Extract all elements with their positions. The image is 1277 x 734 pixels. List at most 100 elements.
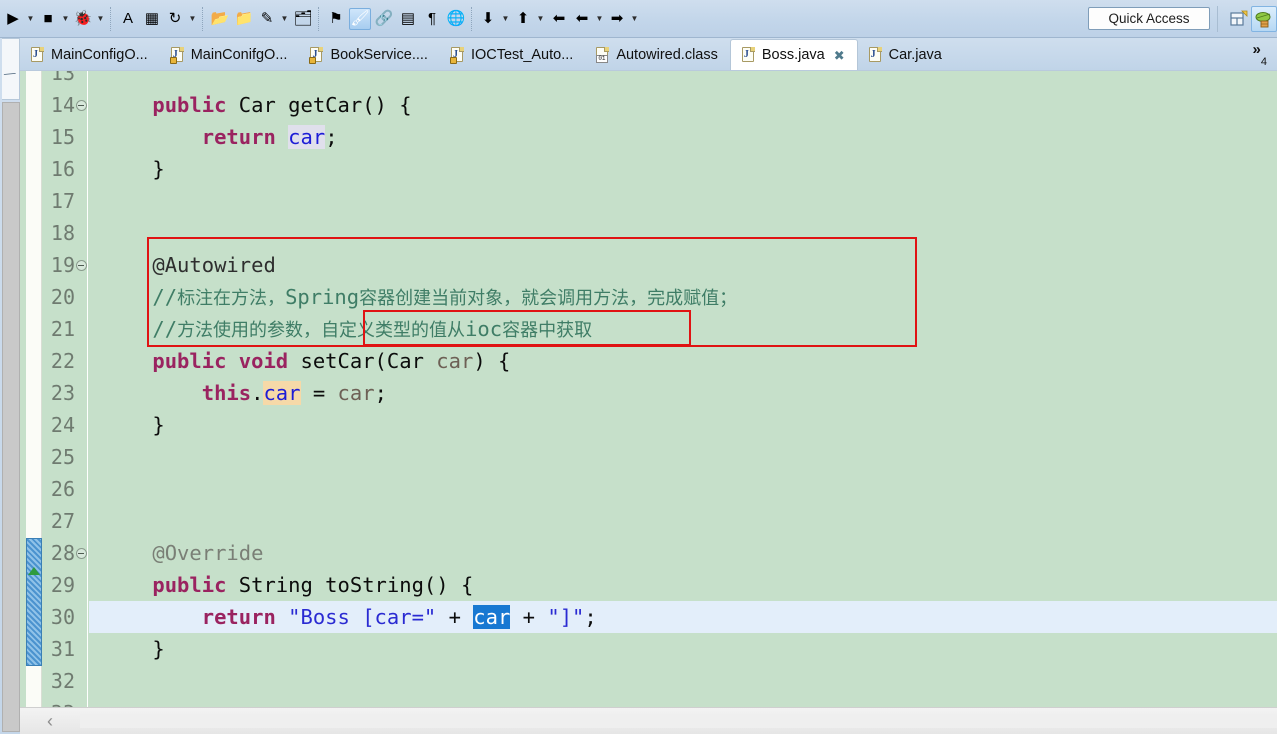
new-annotation-button[interactable]: A bbox=[116, 4, 140, 34]
back-history-icon[interactable]: ⬅ bbox=[548, 8, 570, 30]
refresh-icon[interactable]: ↻ bbox=[164, 8, 186, 30]
code-line[interactable]: @Autowired bbox=[89, 249, 1277, 281]
previous-annotation-button[interactable]: ⬆ ▼ bbox=[512, 4, 547, 34]
debug-icon[interactable]: 🐞 bbox=[72, 8, 94, 30]
chevron-down-icon[interactable]: ▼ bbox=[186, 8, 199, 30]
table-grid-icon[interactable]: ▦ bbox=[141, 8, 163, 30]
tab-overflow-chevron-icon[interactable]: » 4 bbox=[1253, 40, 1277, 70]
search-flag-icon[interactable]: ⚑ bbox=[325, 8, 347, 30]
code-line[interactable]: @Override bbox=[89, 537, 1277, 569]
next-annotation-icon[interactable]: ⬇ bbox=[477, 8, 499, 30]
code-line[interactable]: } bbox=[89, 409, 1277, 441]
pencil-edit-icon[interactable]: ✎ bbox=[256, 8, 278, 30]
editor-tab-bookservice[interactable]: J BookService.... bbox=[299, 40, 440, 70]
search-flag-button[interactable]: ⚑ bbox=[324, 4, 348, 34]
package-folder-button[interactable]: 🗂 bbox=[291, 4, 315, 34]
chevron-down-icon[interactable]: ▼ bbox=[499, 8, 512, 30]
package-folder-icon[interactable]: 🗂 bbox=[292, 8, 314, 30]
code-line[interactable]: public void setCar(Car car) { bbox=[89, 345, 1277, 377]
code-token: "]" bbox=[547, 605, 585, 629]
editor-tab-bossjava[interactable]: J Boss.java ✖ bbox=[729, 39, 858, 70]
debug-button[interactable]: 🐞 ▼ bbox=[72, 4, 107, 34]
highlighter-button[interactable]: 🖌 bbox=[348, 4, 372, 34]
restore-panel-button[interactable]: ⟋ bbox=[2, 38, 20, 100]
code-line[interactable]: this.car = car; bbox=[89, 377, 1277, 409]
chevron-down-icon[interactable]: ▼ bbox=[24, 8, 37, 30]
collapsed-left-panel[interactable]: ⟋ bbox=[0, 38, 20, 734]
editor-tab-mainconifgo[interactable]: J MainConifgO... bbox=[160, 40, 300, 70]
code-line[interactable] bbox=[89, 441, 1277, 473]
forward-icon[interactable]: ➡ bbox=[606, 8, 628, 30]
next-annotation-button[interactable]: ⬇ ▼ bbox=[477, 4, 512, 34]
fold-collapse-icon[interactable] bbox=[75, 249, 87, 281]
horizontal-scrollbar[interactable]: ‹ bbox=[20, 707, 1277, 734]
quick-access-field[interactable]: Quick Access bbox=[1088, 7, 1210, 30]
link-icon[interactable]: 🔗 bbox=[373, 8, 395, 30]
line-number: 21 bbox=[50, 317, 75, 341]
table-grid-button[interactable]: ▦ bbox=[140, 4, 164, 34]
code-content[interactable]: public Car getCar() { return car; } @Aut… bbox=[89, 71, 1277, 707]
refresh-button[interactable]: ↻ ▼ bbox=[164, 4, 199, 34]
code-token: 方法使用的参数， bbox=[177, 320, 322, 341]
code-line[interactable] bbox=[89, 665, 1277, 697]
java-perspective-icon[interactable] bbox=[1251, 5, 1277, 32]
code-line[interactable]: } bbox=[89, 633, 1277, 665]
paragraph-button[interactable]: ¶ bbox=[420, 4, 444, 34]
chevron-down-icon[interactable]: ▼ bbox=[534, 8, 547, 30]
new-annotation-icon[interactable]: A bbox=[117, 8, 139, 30]
outline-view-icon[interactable]: ▤ bbox=[397, 8, 419, 30]
run-icon[interactable]: ▶ bbox=[2, 8, 24, 30]
closed-folder-icon[interactable]: 📁 bbox=[233, 8, 255, 30]
previous-annotation-icon[interactable]: ⬆ bbox=[512, 8, 534, 30]
code-line[interactable]: return car; bbox=[89, 121, 1277, 153]
fold-collapse-icon[interactable] bbox=[75, 89, 87, 121]
paragraph-icon[interactable]: ¶ bbox=[421, 8, 443, 30]
outline-view-button[interactable]: ▤ bbox=[396, 4, 420, 34]
chevron-down-icon[interactable]: ▼ bbox=[593, 8, 606, 30]
globe-icon[interactable]: 🌐 bbox=[445, 8, 467, 30]
code-line[interactable] bbox=[89, 217, 1277, 249]
globe-button[interactable]: 🌐 bbox=[444, 4, 468, 34]
line-number: 26 bbox=[50, 477, 75, 501]
editor-tab-mainconfigo[interactable]: J MainConfigO... bbox=[20, 40, 160, 70]
code-line[interactable]: //标注在方法，Spring容器创建当前对象，就会调用方法，完成赋值； bbox=[89, 281, 1277, 313]
scrollbar-track[interactable] bbox=[80, 714, 1277, 728]
code-token: + bbox=[510, 605, 548, 629]
closed-folder-button[interactable]: 📁 bbox=[232, 4, 256, 34]
scroll-left-arrow-icon[interactable]: ‹ bbox=[20, 711, 80, 732]
editor-tab-ioctestauto[interactable]: J IOCTest_Auto... bbox=[440, 40, 585, 70]
chevron-down-icon[interactable]: ▼ bbox=[59, 8, 72, 30]
back-history-button[interactable]: ⬅ bbox=[547, 4, 571, 34]
chevron-down-icon[interactable]: ▼ bbox=[94, 8, 107, 30]
open-folder-icon[interactable]: 📂 bbox=[209, 8, 231, 30]
back-icon[interactable]: ⬅ bbox=[571, 8, 593, 30]
editor-tab-carjava[interactable]: J Car.java bbox=[858, 40, 954, 70]
fold-collapse-icon[interactable] bbox=[75, 537, 87, 569]
code-line[interactable]: } bbox=[89, 153, 1277, 185]
code-line[interactable] bbox=[89, 185, 1277, 217]
highlighter-icon[interactable]: 🖌 bbox=[349, 7, 371, 30]
pencil-edit-button[interactable]: ✎ ▼ bbox=[256, 4, 291, 34]
close-icon[interactable]: ✖ bbox=[834, 49, 845, 62]
stop-icon[interactable]: ■ bbox=[37, 8, 59, 30]
code-line[interactable]: public String toString() { bbox=[89, 569, 1277, 601]
code-token: 自定义类型的值从 bbox=[321, 320, 466, 341]
editor-tab-autowiredclass[interactable]: 01 Autowired.class bbox=[585, 40, 730, 70]
code-line[interactable] bbox=[89, 505, 1277, 537]
stop-button[interactable]: ■ ▼ bbox=[37, 4, 72, 34]
link-button[interactable]: 🔗 bbox=[372, 4, 396, 34]
code-line[interactable]: public Car getCar() { bbox=[89, 89, 1277, 121]
code-line[interactable] bbox=[89, 473, 1277, 505]
open-perspective-icon[interactable] bbox=[1225, 6, 1251, 32]
code-line[interactable]: //方法使用的参数，自定义类型的值从ioc容器中获取 bbox=[89, 313, 1277, 345]
code-token: = bbox=[300, 381, 338, 405]
open-folder-button[interactable]: 📂 bbox=[208, 4, 232, 34]
forward-button[interactable]: ➡ ▼ bbox=[606, 4, 641, 34]
code-token: 容器创建当前对象，就会调用方法，完成赋值； bbox=[359, 288, 738, 309]
run-button[interactable]: ▶ ▼ bbox=[2, 4, 37, 34]
code-line[interactable]: return "Boss [car=" + car + "]"; bbox=[89, 601, 1277, 633]
back-button[interactable]: ⬅ ▼ bbox=[571, 4, 606, 34]
chevron-down-icon[interactable]: ▼ bbox=[628, 8, 641, 30]
java-source-editor[interactable]: 13 14 15 16 17 18 19 20 21 22 23 24 25 26 27 28 29 30 31 32… bbox=[20, 71, 1277, 707]
chevron-down-icon[interactable]: ▼ bbox=[278, 8, 291, 30]
